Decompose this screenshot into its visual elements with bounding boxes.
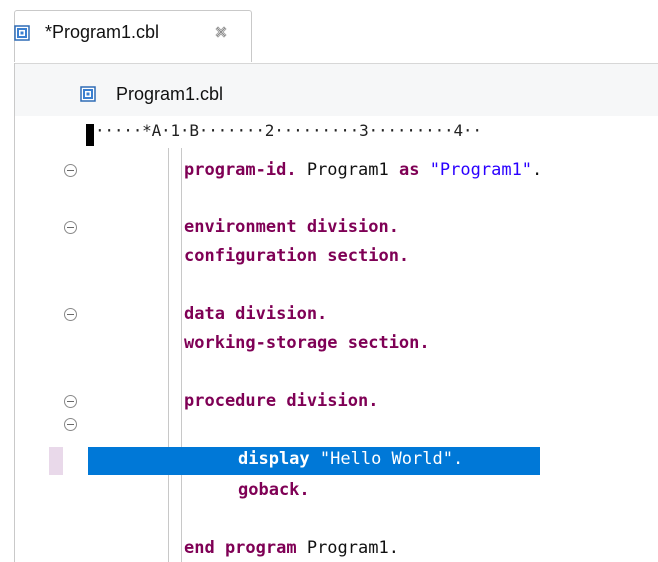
code-line-working-storage-section[interactable]: working-storage section.	[184, 333, 430, 353]
keyword: as	[398, 160, 420, 180]
code-line-display[interactable]: display "Hello World".	[238, 449, 463, 469]
indicator-area-line	[168, 148, 169, 562]
code-line-program-id[interactable]: program-id. Program1 as "Program1".	[184, 160, 542, 180]
code-line-environment-division[interactable]: environment division.	[184, 217, 399, 237]
area-a-line	[181, 148, 182, 562]
keyword: program-id.	[184, 160, 297, 180]
code-line-data-division[interactable]: data division.	[184, 304, 327, 324]
keyword: end program	[184, 538, 297, 558]
change-marker	[49, 447, 63, 475]
string-literal: "Program1"	[429, 160, 533, 180]
fold-collapse-icon[interactable]	[64, 418, 77, 431]
ruler-cursor-marker	[86, 124, 94, 146]
breadcrumb-file-name[interactable]: Program1.cbl	[116, 84, 223, 105]
code-line-configuration-section[interactable]: configuration section.	[184, 246, 409, 266]
editor-breadcrumb-header	[15, 63, 658, 116]
code-line-end-program[interactable]: end program Program1.	[184, 538, 399, 558]
close-tab-icon[interactable]	[214, 25, 228, 39]
string-literal: "Hello World"	[319, 449, 453, 469]
ruler-columns: ·····*A·1·B·······2·········3·········4·…	[95, 121, 482, 140]
keyword: display	[238, 449, 310, 469]
code-line-goback[interactable]: goback.	[238, 480, 310, 500]
cobol-file-icon	[80, 86, 96, 102]
cobol-file-icon	[14, 25, 30, 41]
code-line-procedure-division[interactable]: procedure division.	[184, 391, 378, 411]
fold-collapse-icon[interactable]	[64, 221, 77, 234]
fold-collapse-icon[interactable]	[64, 395, 77, 408]
tab-title[interactable]: *Program1.cbl	[45, 22, 159, 43]
fold-collapse-icon[interactable]	[64, 164, 77, 177]
fold-collapse-icon[interactable]	[64, 308, 77, 321]
